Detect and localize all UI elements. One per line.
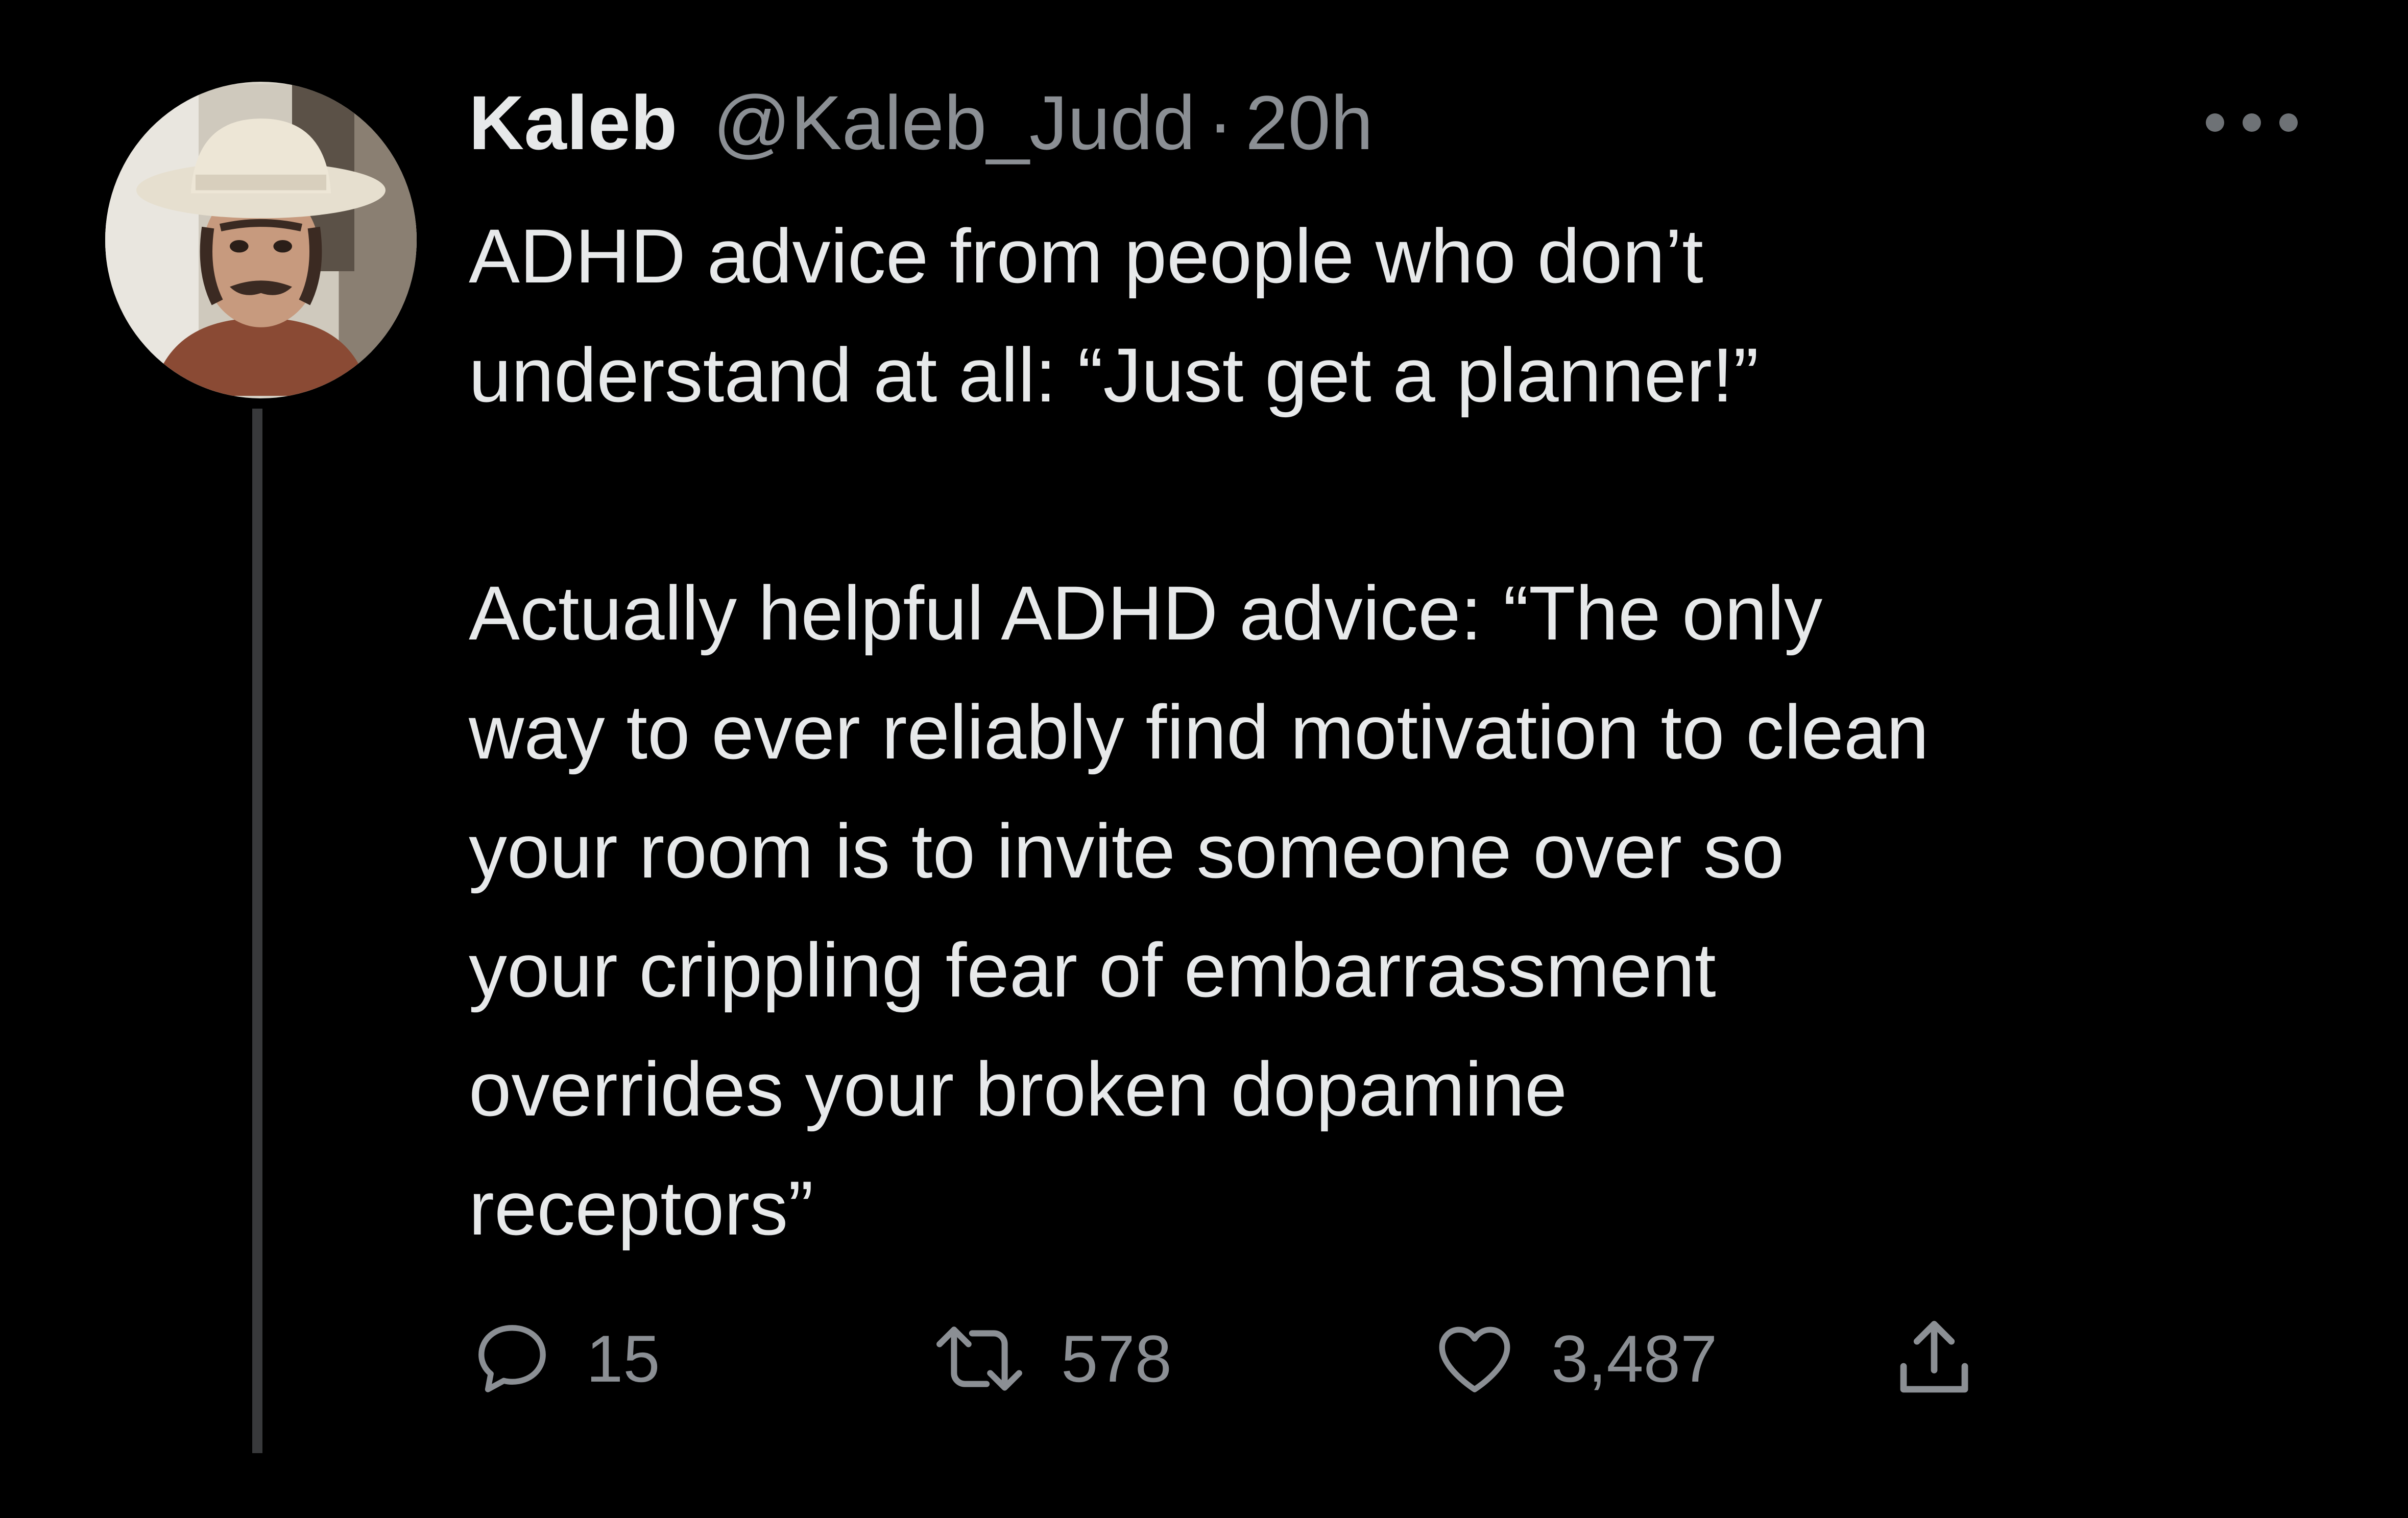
- heart-icon: [1439, 1326, 1510, 1392]
- like-button[interactable]: 3,487: [1429, 1308, 1717, 1410]
- retweet-icon: [936, 1326, 1022, 1391]
- tweet-header: Kaleb @Kaleb_Judd · 20h: [469, 72, 1373, 174]
- tweet-actions: 15 578 3,487: [469, 1308, 2052, 1410]
- tweet-text-line: overrides your broken dopamine: [469, 1046, 1568, 1132]
- more-dot: [2279, 113, 2298, 132]
- avatar[interactable]: [105, 82, 417, 398]
- tweet: Kaleb @Kaleb_Judd · 20h ADHD advice from…: [0, 0, 2408, 1518]
- reply-icon: [478, 1325, 546, 1392]
- like-count: 3,487: [1551, 1321, 1718, 1396]
- tweet-timestamp[interactable]: 20h: [1245, 79, 1373, 167]
- retweet-count: 578: [1061, 1321, 1172, 1396]
- separator-dot: ·: [1208, 79, 1234, 165]
- reply-button[interactable]: 15: [469, 1308, 660, 1410]
- tweet-text-line: your room is to invite someone over so: [469, 808, 1785, 894]
- tweet-text: ADHD advice from people who don’t unders…: [469, 197, 2368, 1268]
- author-name[interactable]: Kaleb: [469, 79, 677, 167]
- tweet-text-line: your crippling fear of embarrassment: [469, 927, 1716, 1013]
- tweet-text-line: ADHD advice from people who don’t: [469, 213, 1703, 299]
- author-handle[interactable]: @Kaleb_Judd: [713, 79, 1195, 167]
- more-dot: [2206, 113, 2224, 132]
- avatar-image: [105, 84, 417, 396]
- tweet-text-line: understand at all: “Just get a planner!”: [469, 332, 1759, 418]
- thread-line: [252, 409, 262, 1453]
- tweet-text-line: way to ever reliably find motivation to …: [469, 689, 1929, 775]
- tweet-text-line: Actually helpful ADHD advice: “The only: [469, 570, 1823, 656]
- reply-count: 15: [586, 1321, 660, 1396]
- retweet-button[interactable]: 578: [928, 1308, 1172, 1410]
- tweet-text-line: receptors”: [469, 1165, 814, 1251]
- more-dot: [2243, 113, 2261, 132]
- more-icon[interactable]: [2206, 112, 2298, 133]
- share-button[interactable]: [1888, 1308, 1980, 1410]
- tweet-text-line: [469, 435, 2368, 554]
- share-icon: [1900, 1321, 1968, 1393]
